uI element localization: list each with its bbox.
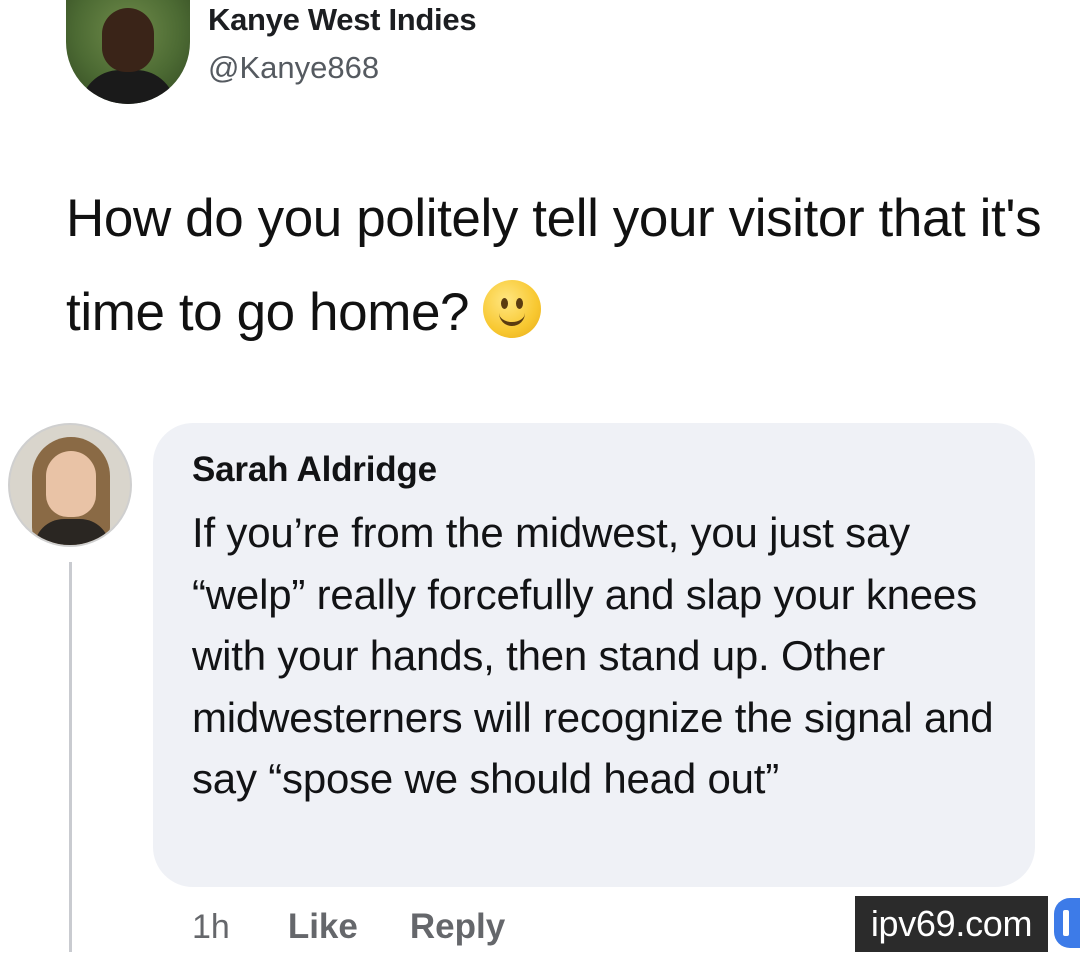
thread-line	[69, 562, 72, 952]
watermark-logo-icon	[1054, 898, 1080, 948]
tweet-body: How do you politely tell your visitor th…	[66, 172, 1056, 360]
slightly-smiling-face-icon	[483, 280, 542, 338]
tweet-text: How do you politely tell your visitor th…	[66, 189, 1042, 342]
tweet-author-avatar[interactable]	[66, 0, 190, 104]
comment-timestamp[interactable]: 1h	[192, 908, 230, 947]
comment-author-name[interactable]: Sarah Aldridge	[192, 450, 437, 490]
reply-button[interactable]: Reply	[410, 907, 505, 947]
like-button[interactable]: Like	[288, 907, 358, 947]
avatar-face-shape	[102, 8, 154, 72]
comment-actions: 1h Like Reply	[192, 902, 505, 952]
watermark: ipv69.com	[855, 896, 1048, 952]
tweet-author-handle[interactable]: @Kanye868	[208, 50, 379, 86]
comment-text: If you’re from the midwest, you just say…	[192, 509, 994, 802]
avatar-shirt-shape	[80, 70, 176, 104]
comment-author-avatar[interactable]	[8, 423, 132, 547]
tweet-author-name[interactable]: Kanye West Indies	[208, 2, 477, 38]
avatar-face-shape	[46, 451, 96, 517]
